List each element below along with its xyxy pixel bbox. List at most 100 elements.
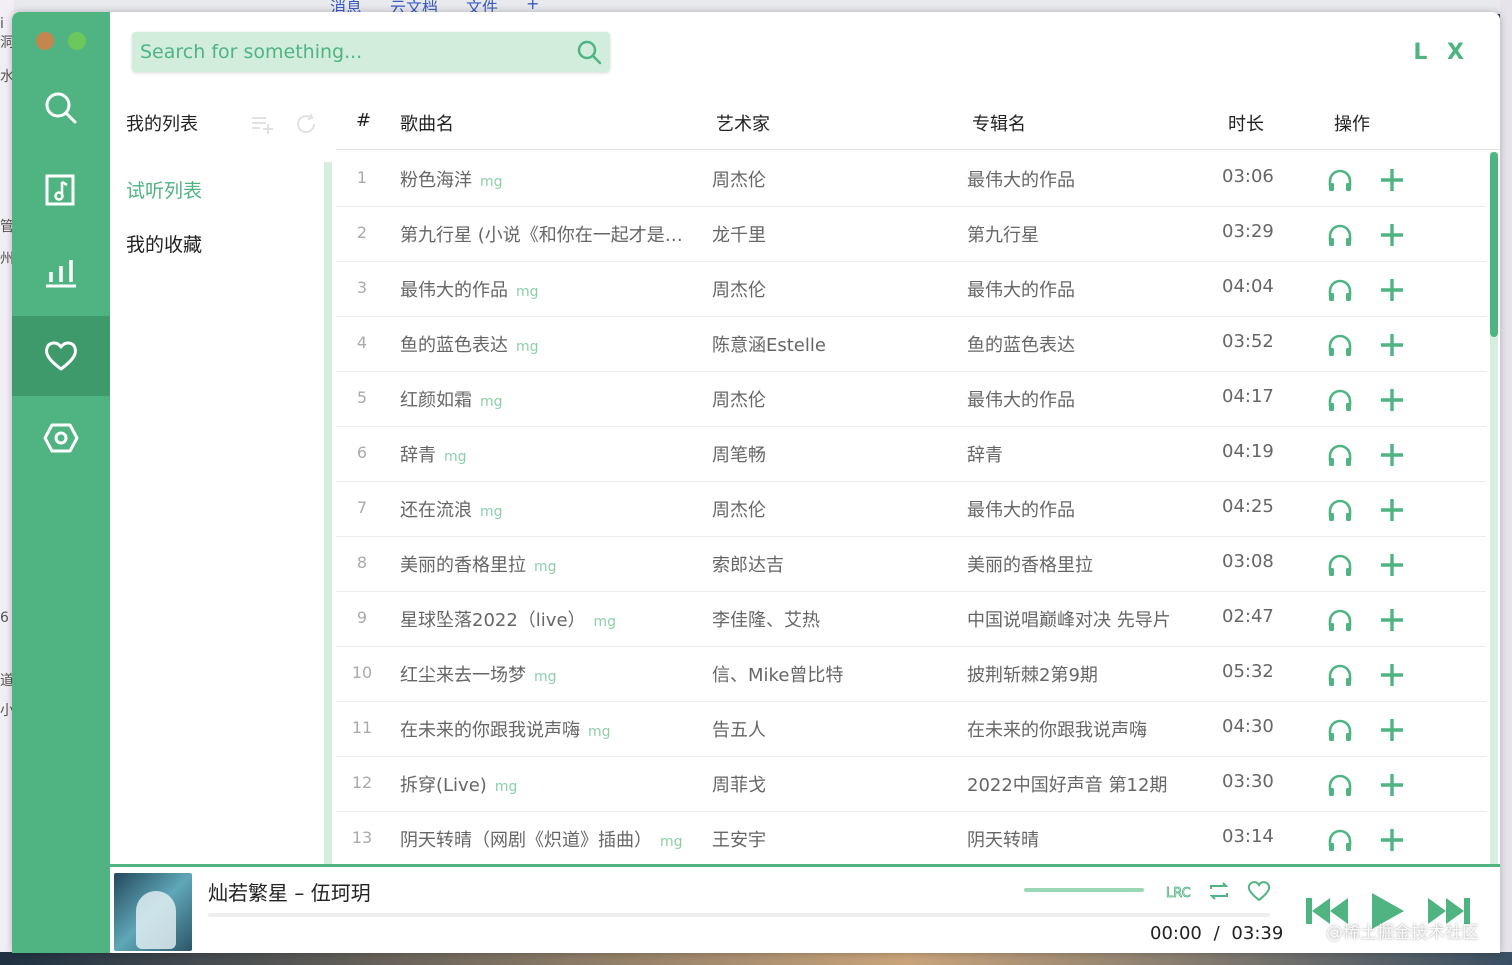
add-to-list-button[interactable] <box>1378 331 1406 359</box>
listen-button[interactable] <box>1326 331 1354 359</box>
add-to-list-button[interactable] <box>1378 716 1406 744</box>
nav-settings[interactable] <box>12 398 110 478</box>
song-artist[interactable]: 信、Mike曾比特 <box>712 661 843 687</box>
song-row[interactable]: 8 美丽的香格里拉 mg 索郎达吉 美丽的香格里拉 03:08 <box>336 537 1486 592</box>
song-artist[interactable]: 周笔畅 <box>712 441 766 467</box>
add-to-list-button[interactable] <box>1378 166 1406 194</box>
listen-button[interactable] <box>1326 716 1354 744</box>
song-title[interactable]: 拆穿(Live) mg <box>400 771 517 797</box>
listen-button[interactable] <box>1326 606 1354 634</box>
add-playlist-icon[interactable] <box>250 112 274 136</box>
listen-button[interactable] <box>1326 496 1354 524</box>
add-to-list-button[interactable] <box>1378 826 1406 854</box>
listen-button[interactable] <box>1326 441 1354 469</box>
search-icon[interactable] <box>576 39 602 65</box>
song-album[interactable]: 辞青 <box>967 441 1003 467</box>
add-to-list-button[interactable] <box>1378 441 1406 469</box>
song-row[interactable]: 3 最伟大的作品 mg 周杰伦 最伟大的作品 04:04 <box>336 262 1486 317</box>
listen-button[interactable] <box>1326 771 1354 799</box>
song-row[interactable]: 6 辞青 mg 周笔畅 辞青 04:19 <box>336 427 1486 482</box>
add-to-list-button[interactable] <box>1378 496 1406 524</box>
window-close-button[interactable] <box>36 32 54 50</box>
song-row[interactable]: 2 第九行星 (小说《和你在一起才是… 龙千里 第九行星 03:29 <box>336 207 1486 262</box>
song-artist[interactable]: 周杰伦 <box>712 276 766 302</box>
song-album[interactable]: 鱼的蓝色表达 <box>967 331 1075 357</box>
volume-slider[interactable] <box>1024 888 1144 892</box>
song-album[interactable]: 第九行星 <box>967 221 1039 247</box>
listen-button[interactable] <box>1326 166 1354 194</box>
song-artist[interactable]: 王安宇 <box>712 826 766 852</box>
search-input[interactable] <box>132 32 562 72</box>
song-row[interactable]: 4 鱼的蓝色表达 mg 陈意涵Estelle 鱼的蓝色表达 03:52 <box>336 317 1486 372</box>
song-artist[interactable]: 李佳隆、艾热 <box>712 606 820 632</box>
song-title[interactable]: 在未来的你跟我说声嗨 mg <box>400 716 611 742</box>
listen-button[interactable] <box>1326 551 1354 579</box>
song-album[interactable]: 最伟大的作品 <box>967 496 1075 522</box>
playlist-item-favorites[interactable]: 我的收藏 <box>126 230 202 257</box>
song-row[interactable]: 1 粉色海洋 mg 周杰伦 最伟大的作品 03:06 <box>336 152 1486 207</box>
song-title[interactable]: 第九行星 (小说《和你在一起才是… <box>400 221 683 247</box>
song-album[interactable]: 披荆斩棘2第9期 <box>967 661 1098 687</box>
song-artist[interactable]: 周杰伦 <box>712 496 766 522</box>
song-title[interactable]: 还在流浪 mg <box>400 496 503 522</box>
song-table-scrollbar[interactable] <box>1490 152 1498 866</box>
song-title[interactable]: 红颜如霜 mg <box>400 386 503 412</box>
song-artist[interactable]: 周杰伦 <box>712 386 766 412</box>
playlist-scrollbar[interactable] <box>324 162 332 867</box>
add-to-list-button[interactable] <box>1378 276 1406 304</box>
song-album[interactable]: 2022中国好声音 第12期 <box>967 771 1167 797</box>
song-row[interactable]: 7 还在流浪 mg 周杰伦 最伟大的作品 04:25 <box>336 482 1486 537</box>
song-title[interactable]: 红尘来去一场梦 mg <box>400 661 557 687</box>
add-to-list-button[interactable] <box>1378 221 1406 249</box>
add-to-list-button[interactable] <box>1378 771 1406 799</box>
song-row[interactable]: 11 在未来的你跟我说声嗨 mg 告五人 在未来的你跟我说声嗨 04:30 <box>336 702 1486 757</box>
nav-search[interactable] <box>12 68 110 148</box>
song-row[interactable]: 10 红尘来去一场梦 mg 信、Mike曾比特 披荆斩棘2第9期 05:32 <box>336 647 1486 702</box>
add-to-list-button[interactable] <box>1378 551 1406 579</box>
song-artist[interactable]: 告五人 <box>712 716 766 742</box>
song-artist[interactable]: 龙千里 <box>712 221 766 247</box>
song-title[interactable]: 阴天转晴（网剧《炽道》插曲） mg <box>400 826 683 852</box>
song-album[interactable]: 最伟大的作品 <box>967 276 1075 302</box>
song-row[interactable]: 12 拆穿(Live) mg 周菲戈 2022中国好声音 第12期 03:30 <box>336 757 1486 812</box>
lyrics-button[interactable]: LRC <box>1166 879 1192 903</box>
song-title[interactable]: 星球坠落2022（live） mg <box>400 606 616 632</box>
listen-button[interactable] <box>1326 826 1354 854</box>
add-to-list-button[interactable] <box>1378 661 1406 689</box>
song-artist[interactable]: 周杰伦 <box>712 166 766 192</box>
nav-favorites[interactable] <box>12 316 110 396</box>
add-to-list-button[interactable] <box>1378 606 1406 634</box>
song-title[interactable]: 美丽的香格里拉 mg <box>400 551 557 577</box>
song-title[interactable]: 粉色海洋 mg <box>400 166 503 192</box>
nav-music-library[interactable] <box>12 150 110 230</box>
song-album[interactable]: 中国说唱巅峰对决 先导片 <box>967 606 1171 632</box>
song-album[interactable]: 美丽的香格里拉 <box>967 551 1093 577</box>
song-title[interactable]: 鱼的蓝色表达 mg <box>400 331 539 357</box>
song-row[interactable]: 13 阴天转晴（网剧《炽道》插曲） mg 王安宇 阴天转晴 03:14 <box>336 812 1486 866</box>
song-row[interactable]: 9 星球坠落2022（live） mg 李佳隆、艾热 中国说唱巅峰对决 先导片 02:47 <box>336 592 1486 647</box>
listen-button[interactable] <box>1326 276 1354 304</box>
song-title[interactable]: 辞青 mg <box>400 441 467 467</box>
like-button[interactable] <box>1246 879 1272 903</box>
song-album[interactable]: 最伟大的作品 <box>967 166 1075 192</box>
listen-button[interactable] <box>1326 221 1354 249</box>
song-album[interactable]: 在未来的你跟我说声嗨 <box>967 716 1147 742</box>
album-cover[interactable] <box>114 873 192 951</box>
song-album[interactable]: 阴天转晴 <box>967 826 1039 852</box>
song-artist[interactable]: 索郎达吉 <box>712 551 784 577</box>
listen-button[interactable] <box>1326 386 1354 414</box>
window-maximize-button[interactable] <box>68 32 86 50</box>
song-row[interactable]: 5 红颜如霜 mg 周杰伦 最伟大的作品 04:17 <box>336 372 1486 427</box>
song-album[interactable]: 最伟大的作品 <box>967 386 1075 412</box>
repeat-button[interactable] <box>1206 879 1232 903</box>
playlist-item-trial[interactable]: 试听列表 <box>126 176 202 203</box>
song-artist[interactable]: 陈意涵Estelle <box>712 331 826 357</box>
playback-progress[interactable] <box>208 913 1270 917</box>
add-to-list-button[interactable] <box>1378 386 1406 414</box>
song-title[interactable]: 最伟大的作品 mg <box>400 276 539 302</box>
listen-button[interactable] <box>1326 661 1354 689</box>
song-artist[interactable]: 周菲戈 <box>712 771 766 797</box>
scrollbar-thumb[interactable] <box>1490 152 1498 337</box>
nav-charts[interactable] <box>12 232 110 312</box>
refresh-icon[interactable] <box>294 112 318 136</box>
